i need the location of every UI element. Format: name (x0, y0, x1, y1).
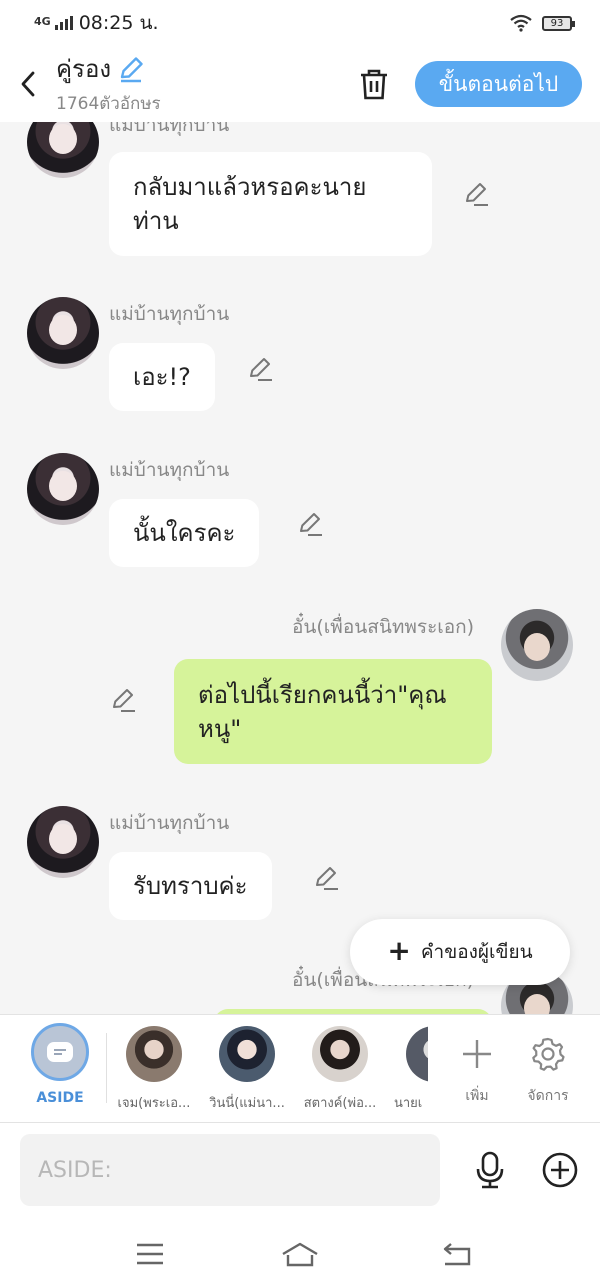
add-author-note-button[interactable]: + คำของผู้เขียน (350, 919, 570, 985)
title-block: คู่รอง 1764ตัวอักษร (56, 49, 161, 117)
aside-label: ASIDE (36, 1090, 84, 1106)
edit-message-icon[interactable] (246, 355, 274, 383)
chevron-left-icon (21, 71, 35, 97)
character-name: นายเ (394, 1096, 423, 1111)
add-character-button[interactable]: เพิ่ม (449, 1027, 505, 1107)
character-item[interactable]: นายเ (390, 1026, 430, 1113)
header: คู่รอง 1764ตัวอักษร ขั้นตอนต่อไป (0, 46, 600, 122)
character-name: วินนี่(แม่นา... (209, 1096, 285, 1111)
avatar[interactable] (27, 122, 99, 178)
input-area (0, 1122, 600, 1220)
back-nav-button[interactable] (432, 1234, 482, 1274)
avatar[interactable] (501, 609, 573, 681)
avatar[interactable] (27, 806, 99, 878)
home-button[interactable] (275, 1234, 325, 1274)
menu-icon (137, 1243, 163, 1265)
message-text: ต่อไปนี้เรียกคนนี้ว่า"คุณ (198, 680, 447, 709)
message-bubble[interactable]: นั้นใครคะ (109, 499, 260, 567)
tray-fade (428, 1015, 438, 1122)
signal-icon: 4G (34, 16, 73, 30)
plus-icon (463, 1040, 491, 1068)
message-text: รับทราบค่ะ (133, 872, 248, 900)
author-note-label: คำของผู้เขียน (420, 941, 533, 963)
menu-button[interactable] (125, 1234, 175, 1274)
sender-name: แม่บ้านทุกบ้าน (109, 122, 230, 136)
edit-message-icon[interactable] (109, 686, 137, 714)
system-nav-bar (0, 1220, 600, 1287)
chat-area[interactable]: แม่บ้านทุกบ้าน กลับมาแล้วหรอคะนาย ท่าน แ… (0, 122, 600, 1014)
edit-message-icon[interactable] (312, 864, 340, 892)
home-icon (282, 1242, 318, 1267)
aside-selector[interactable]: ASIDE (28, 1023, 92, 1106)
status-time: 08:25 น. (78, 12, 159, 34)
character-name: สตางค์(พ่อ... (303, 1096, 377, 1111)
manage-label: จัดการ (527, 1088, 569, 1104)
battery-icon: 93 (542, 15, 575, 31)
character-item[interactable]: วินนี่(แม่นา... (204, 1026, 290, 1113)
plus-circle-icon (542, 1152, 578, 1188)
attach-button[interactable] (540, 1150, 580, 1190)
message-bubble[interactable]: กลับมาแล้วหรอคะนาย ท่าน (109, 152, 432, 256)
message-bubble[interactable]: เอะ!? (109, 343, 215, 411)
story-title: คู่รอง (56, 55, 112, 83)
message-text: นั้นใครคะ (133, 519, 236, 547)
sender-name: แม่บ้านทุกบ้าน (109, 459, 230, 481)
sender-name: แม่บ้านทุกบ้าน (109, 303, 230, 325)
divider (106, 1033, 107, 1103)
add-label: เพิ่ม (465, 1088, 489, 1104)
message-text: ท่าน (133, 207, 179, 235)
next-step-button[interactable]: ขั้นตอนต่อไป (415, 61, 582, 107)
character-avatar (219, 1026, 275, 1082)
plus-icon: + (387, 933, 411, 967)
back-arrow-icon (443, 1243, 471, 1266)
message-text: กลับมาแล้วหรอคะนาย (133, 173, 367, 201)
message-input[interactable] (20, 1134, 440, 1206)
character-avatar (126, 1026, 182, 1082)
delete-button[interactable] (352, 62, 396, 106)
microphone-icon (476, 1151, 504, 1189)
avatar[interactable] (27, 297, 99, 369)
character-name: เจม(พระเอ... (117, 1096, 191, 1111)
edit-title-icon[interactable] (117, 55, 145, 83)
battery-level: 93 (550, 17, 564, 29)
character-tray: ASIDE เจม(พระเอ... วินนี่(แม่นา... สตางค… (0, 1014, 600, 1122)
message-text: หนู" (198, 714, 242, 743)
char-count: 1764ตัวอักษร (56, 94, 161, 114)
manage-button[interactable]: จัดการ (520, 1027, 576, 1107)
character-avatar (406, 1026, 430, 1082)
network-type: 4G (34, 15, 51, 28)
message-bubble[interactable]: รับทราบค่ะ (109, 852, 272, 920)
edit-message-icon[interactable] (462, 180, 490, 208)
message-bubble[interactable]: ต่อไปนี้เรียกคนนี้ว่า"คุณ หนู" (174, 659, 492, 764)
character-item[interactable]: สตางค์(พ่อ... (297, 1026, 383, 1113)
voice-input-button[interactable] (470, 1150, 510, 1190)
character-item[interactable]: เจม(พระเอ... (111, 1026, 197, 1113)
trash-icon (361, 69, 387, 100)
avatar[interactable] (27, 453, 99, 525)
gear-icon (532, 1037, 565, 1071)
status-bar: 4G 08:25 น. 93 (0, 0, 600, 46)
character-avatar (312, 1026, 368, 1082)
wifi-icon (510, 14, 532, 32)
sender-name: อั๋น(เพื่อนสนิทพระเอก) (292, 616, 475, 638)
chat-bubble-icon (47, 1042, 73, 1062)
back-button[interactable] (0, 46, 56, 122)
message-text: เอะ!? (133, 363, 191, 391)
sender-name: แม่บ้านทุกบ้าน (109, 812, 230, 834)
edit-message-icon[interactable] (296, 510, 324, 538)
